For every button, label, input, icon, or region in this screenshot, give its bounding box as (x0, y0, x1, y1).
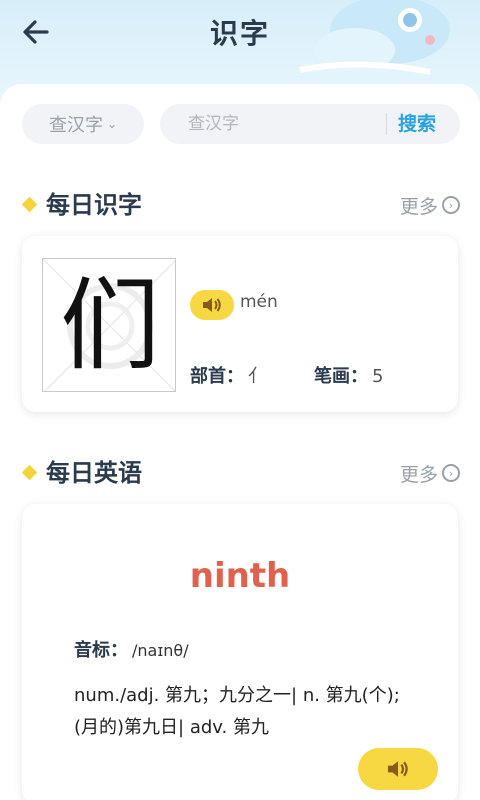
daily-english-card[interactable]: ninth 音标：/naɪnθ/ num./adj. 第九；九分之一| n. 第… (22, 504, 458, 800)
char-strokes: 笔画： 5 (314, 362, 383, 388)
definition-line-2: (月的)第九日| adv. 第九 (74, 717, 269, 738)
search-box: 搜索 (160, 104, 460, 144)
char-pinyin: mén (240, 292, 278, 312)
char-audio-button[interactable] (190, 290, 234, 320)
mascot-illustration (299, 0, 450, 75)
daily-english-more-link[interactable]: 更多 › (400, 460, 460, 486)
radical-label: 部首： (190, 366, 244, 387)
daily-char-card[interactable]: 们 mén 部首：亻 笔画： 5 (22, 236, 458, 412)
search-divider (386, 113, 387, 135)
daily-char-title: 每日识字 (46, 191, 142, 219)
daily-english-header: 每日英语 更多 › (21, 456, 460, 490)
radical-value: 亻 (248, 366, 266, 387)
search-row: 查汉字 ⌄ 搜索 (22, 104, 460, 144)
char-writing-box: 们 (42, 258, 176, 392)
diamond-bullet-icon (21, 464, 38, 481)
daily-char-header: 每日识字 更多 › (21, 188, 460, 222)
daily-english-title: 每日英语 (46, 459, 142, 487)
search-input[interactable] (188, 104, 378, 144)
english-phonetic: 音标：/naɪnθ/ (74, 636, 189, 662)
more-label: 更多 (399, 195, 438, 218)
english-word: ninth (189, 556, 291, 596)
search-type-select[interactable]: 查汉字 ⌄ (22, 104, 144, 144)
strokes-label: 笔画： (314, 366, 368, 387)
header: 识字 (0, 0, 480, 75)
definition-line-1: num./adj. 第九；九分之一| n. 第九(个); (74, 685, 400, 706)
chevron-right-circle-icon: › (442, 464, 460, 482)
diamond-bullet-icon (21, 196, 38, 213)
search-type-value: 查汉字 (48, 115, 103, 136)
phonetic-value: /naɪnθ/ (132, 641, 189, 660)
char-radical: 部首：亻 (190, 362, 266, 388)
chevron-right-circle-icon: › (442, 196, 460, 214)
speaker-icon (388, 761, 408, 777)
daily-char-more-link[interactable]: 更多 › (400, 192, 460, 218)
main-panel: 查汉字 ⌄ 搜索 每日识字 更多 › 们 (0, 84, 480, 800)
phonetic-label: 音标： (74, 640, 128, 661)
chevron-down-icon: ⌄ (106, 117, 118, 131)
speaker-icon (203, 298, 221, 312)
more-label: 更多 (399, 463, 438, 486)
daily-character: 们 (60, 267, 160, 384)
strokes-value: 5 (372, 366, 384, 387)
english-definition: num./adj. 第九；九分之一| n. 第九(个); (月的)第九日| ad… (74, 680, 446, 744)
english-audio-button[interactable] (358, 748, 438, 790)
search-button[interactable]: 搜索 (398, 104, 436, 144)
